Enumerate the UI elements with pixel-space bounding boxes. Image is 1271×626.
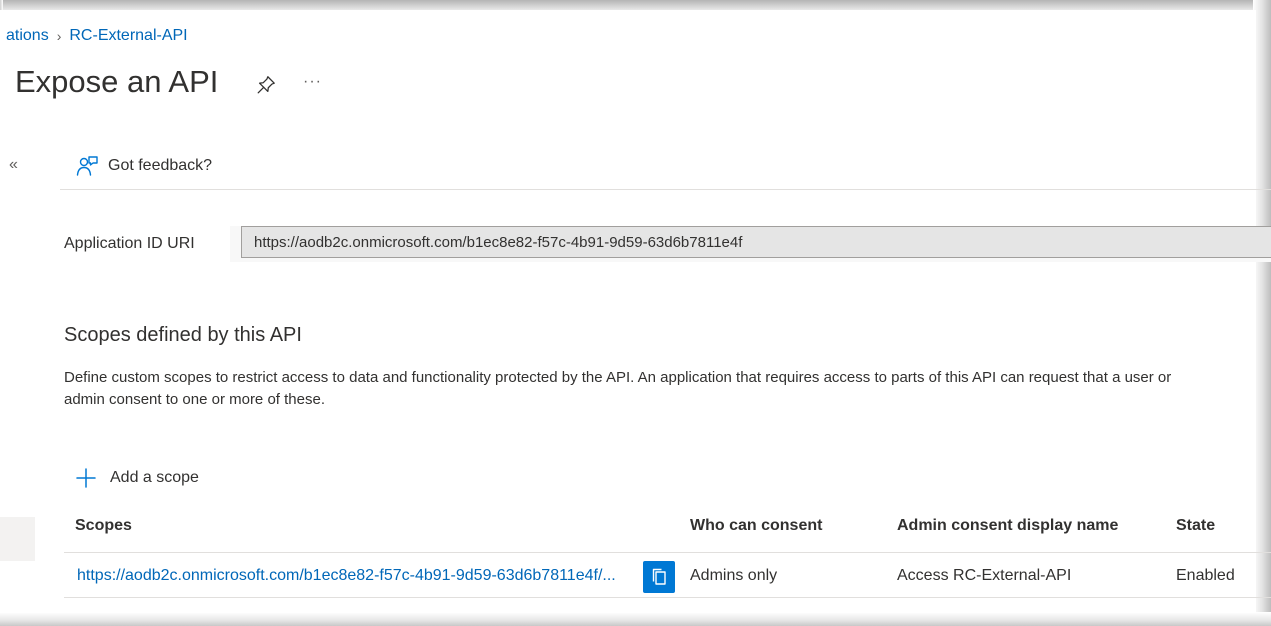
scope-link[interactable]: https://aodb2c.onmicrosoft.com/b1ec8e82-… bbox=[77, 567, 629, 585]
feedback-icon bbox=[76, 156, 98, 176]
copy-icon bbox=[652, 568, 666, 585]
plus-icon bbox=[76, 468, 96, 488]
got-feedback-label: Got feedback? bbox=[108, 157, 213, 174]
got-feedback-button[interactable]: Got feedback? bbox=[75, 154, 212, 178]
table-header-divider bbox=[64, 552, 1271, 553]
breadcrumb-item-current[interactable]: RC-External-API bbox=[69, 27, 187, 45]
column-header-state[interactable]: State bbox=[1176, 517, 1215, 535]
column-header-admin-consent-display-name[interactable]: Admin consent display name bbox=[897, 517, 1118, 535]
more-options-icon[interactable]: ··· bbox=[303, 73, 322, 91]
add-scope-label: Add a scope bbox=[110, 469, 199, 486]
window-shadow-bottom bbox=[0, 612, 1271, 626]
toolbar-divider bbox=[60, 189, 1271, 190]
chevron-right-icon: › bbox=[56, 28, 62, 44]
double-chevron-left-icon[interactable]: « bbox=[9, 156, 18, 174]
copy-to-clipboard-button[interactable] bbox=[643, 561, 675, 593]
breadcrumb: ations › RC-External-API bbox=[6, 27, 188, 45]
page-title: Expose an API bbox=[15, 64, 219, 99]
application-id-uri-field[interactable] bbox=[241, 226, 1271, 258]
breadcrumb-item-app-registrations[interactable]: ations bbox=[6, 27, 49, 45]
column-header-scopes[interactable]: Scopes bbox=[75, 517, 132, 535]
add-scope-button[interactable]: Add a scope bbox=[74, 466, 199, 490]
pin-icon[interactable] bbox=[255, 74, 277, 96]
scopes-section-description: Define custom scopes to restrict access … bbox=[64, 369, 1172, 408]
who-can-consent-value: Admins only bbox=[690, 567, 778, 584]
column-header-who-can-consent[interactable]: Who can consent bbox=[690, 517, 822, 535]
application-id-uri-label: Application ID URI bbox=[64, 235, 195, 252]
scopes-section-title: Scopes defined by this API bbox=[64, 324, 302, 346]
state-value: Enabled bbox=[1176, 567, 1235, 584]
admin-consent-display-name-value: Access RC-External-API bbox=[897, 567, 1072, 584]
side-menu-selected-indicator bbox=[0, 517, 35, 561]
table-row-divider bbox=[64, 597, 1271, 598]
